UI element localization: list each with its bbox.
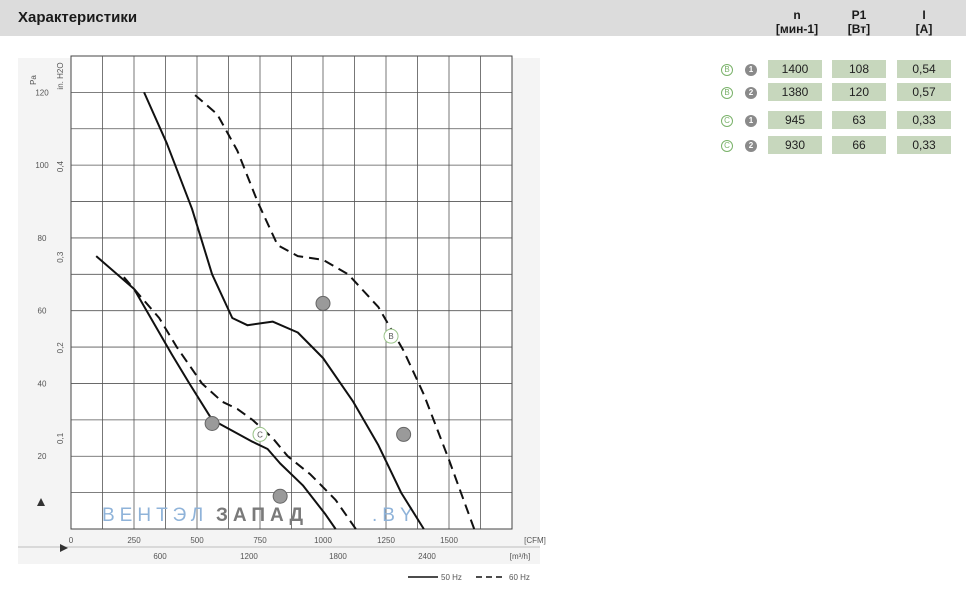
- x2-tick-label: 2400: [418, 552, 436, 561]
- curve-number-badge: 1: [745, 115, 757, 127]
- power-cell: 120: [832, 83, 886, 101]
- fan-curve-svg: 20 40 60 80 100 120 Pa 0,1 0,2 0,3 0,4 in. H2O 0 250 5…: [18, 55, 546, 582]
- legend-label: 60 Hz: [509, 573, 530, 582]
- power-cell: 108: [832, 60, 886, 78]
- col-head-current-symbol: I: [922, 8, 926, 22]
- curve-label-letter: B: [388, 332, 393, 341]
- col-head-current: I [A]: [897, 9, 951, 35]
- x-tick-label: 1250: [377, 536, 395, 545]
- curve-label-letter: C: [257, 430, 263, 439]
- x-tick-label: 0: [69, 536, 74, 545]
- speed-cell: 1380: [768, 83, 822, 101]
- col-head-speed-unit: [мин-1]: [775, 22, 819, 36]
- speed-cell: 930: [768, 136, 822, 154]
- current-cell: 0,57: [897, 83, 951, 101]
- legend-label: 50 Hz: [441, 573, 462, 582]
- x-tick-label: 500: [190, 536, 204, 545]
- col-head-speed-symbol: n: [793, 8, 801, 22]
- curve-letter-badge: B: [721, 64, 733, 76]
- operating-point: [272, 488, 288, 504]
- current-cell: 0,33: [897, 136, 951, 154]
- y-tick-label: 20: [38, 452, 47, 461]
- y2-tick-label: 0,2: [56, 342, 65, 354]
- col-head-speed: n [мин-1]: [770, 9, 824, 35]
- curve-number-badge: 2: [745, 140, 757, 152]
- operating-point: [315, 295, 331, 311]
- curve-letter-badge: C: [721, 115, 733, 127]
- power-cell: 66: [832, 136, 886, 154]
- x2-tick-label: 1200: [240, 552, 258, 561]
- curve-number-badge: 1: [745, 64, 757, 76]
- y-axis-label: Pa: [29, 75, 38, 85]
- y2-tick-label: 0,4: [56, 160, 65, 172]
- x2-axis-label: [m³/h]: [510, 552, 530, 561]
- col-head-power-symbol: P1: [851, 8, 867, 22]
- col-head-power: P1 [Вт]: [832, 9, 886, 35]
- x-tick-label: 250: [127, 536, 141, 545]
- x-tick-label: 750: [253, 536, 267, 545]
- y-tick-label: 60: [38, 307, 47, 316]
- operating-point: [204, 415, 220, 431]
- y2-tick-label: 0,3: [56, 251, 65, 263]
- x-tick-label: 1000: [314, 536, 332, 545]
- operating-point: [396, 426, 412, 442]
- y-tick-label: 100: [35, 161, 49, 170]
- y2-tick-label: 0,1: [56, 432, 65, 444]
- col-head-current-unit: [A]: [915, 22, 933, 36]
- watermark-text-1: ВЕНТЭЛ: [102, 505, 208, 526]
- x-axis-label: [CFM]: [524, 536, 546, 545]
- current-cell: 0,54: [897, 60, 951, 78]
- speed-cell: 1400: [768, 60, 822, 78]
- watermark-text-2: ЗАПАД: [216, 505, 308, 526]
- y-tick-label: 80: [38, 234, 47, 243]
- y2-axis-label: in. H2O: [56, 62, 65, 89]
- col-head-power-unit: [Вт]: [847, 22, 871, 36]
- x2-tick-label: 600: [153, 552, 167, 561]
- curve-letter-badge: B: [721, 87, 733, 99]
- curve-number-badge: 2: [745, 87, 757, 99]
- page-title: Характеристики: [18, 9, 138, 26]
- y-tick-label: 120: [35, 88, 49, 97]
- fan-curve-chart: 20 40 60 80 100 120 Pa 0,1 0,2 0,3 0,4 in. H2O 0 250 5…: [0, 36, 560, 592]
- speed-cell: 945: [768, 111, 822, 129]
- power-cell: 63: [832, 111, 886, 129]
- x2-tick-label: 1800: [329, 552, 347, 561]
- current-cell: 0,33: [897, 111, 951, 129]
- y-tick-label: 40: [38, 379, 47, 388]
- curve-letter-badge: C: [721, 140, 733, 152]
- x-tick-label: 1500: [440, 536, 458, 545]
